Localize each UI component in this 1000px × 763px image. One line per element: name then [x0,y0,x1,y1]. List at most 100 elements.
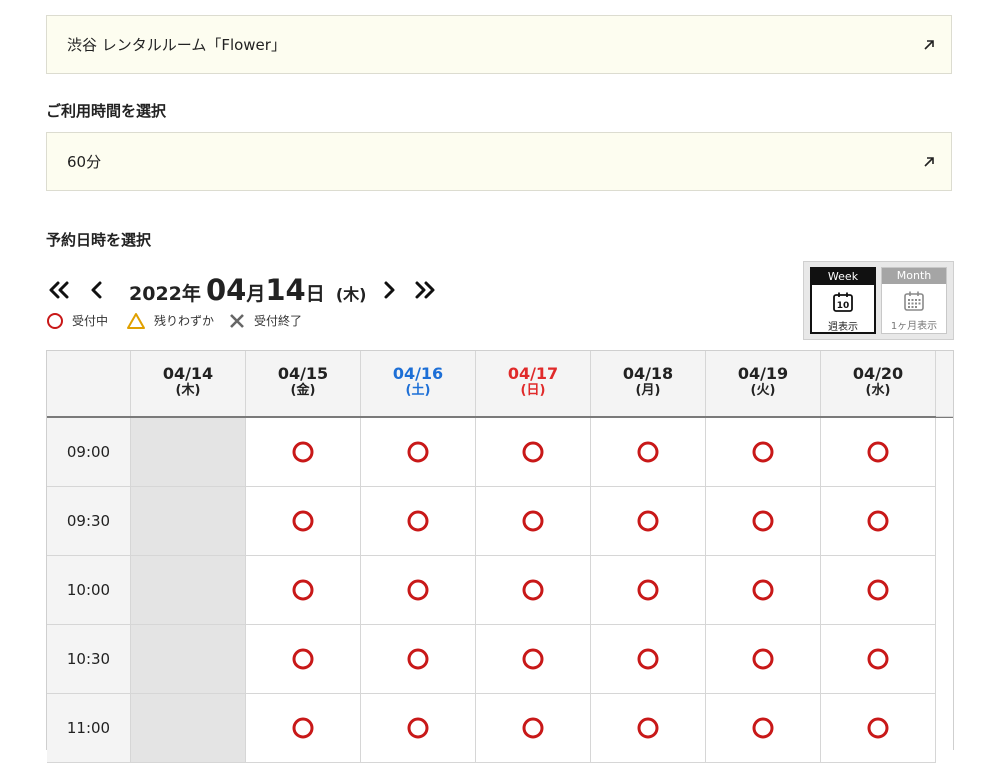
time-label: 11:00 [47,694,131,763]
slot-available[interactable] [361,487,476,556]
slot-available[interactable] [591,625,706,694]
triangle-icon [127,313,145,329]
year: 2022 [129,283,182,305]
circle-icon [47,313,63,329]
header-spacer [936,351,953,417]
room-select-value: 渋谷 レンタルルーム「Flower」 [67,36,286,54]
room-select[interactable]: 渋谷 レンタルルーム「Flower」 [46,15,952,74]
slot-available[interactable] [361,694,476,763]
calendar-month-icon [904,291,924,311]
slot-available[interactable] [246,625,361,694]
available-circle-icon [292,648,314,670]
time-heading: ご利用時間を選択 [46,102,167,120]
time-label: 10:00 [47,556,131,625]
available-circle-icon [292,510,314,532]
available-circle-icon [292,579,314,601]
day-header-weekday: (金) [290,383,316,398]
slot-available[interactable] [476,625,591,694]
available-circle-icon [752,510,774,532]
available-circle-icon [292,717,314,739]
slot-available[interactable] [361,625,476,694]
slot-closed [131,625,246,694]
slot-available[interactable] [476,487,591,556]
double-chevron-right-icon[interactable] [412,278,438,302]
slot-available[interactable] [706,418,821,487]
day-header-weekday: (火) [750,383,776,398]
legend-few-left: 残りわずか [126,312,221,330]
slot-closed [131,487,246,556]
slot-available[interactable] [706,625,821,694]
month-tab-label: Month [882,268,946,284]
slot-available[interactable] [706,487,821,556]
available-circle-icon [752,648,774,670]
double-chevron-left-icon[interactable] [46,278,72,302]
current-date: 2022年 04月14日 (木) [129,272,366,313]
day-header-date: 04/16 [392,364,444,383]
month-view-button[interactable]: Month 1ヶ月表示 [881,267,947,334]
legend-few-left-label: 残りわずか [154,314,215,328]
week-view-button[interactable]: Week 10 週表示 [810,267,876,334]
slot-available[interactable] [821,556,936,625]
legend-closed-label: 受付終了 [254,314,303,328]
day-header: 04/19 (火) [706,351,821,417]
available-circle-icon [407,717,429,739]
day-unit: 日 [305,283,325,305]
day-header: 04/15 (金) [246,351,361,417]
slot-available[interactable] [476,556,591,625]
slot-available[interactable] [591,418,706,487]
legend-closed: 受付終了 [228,312,318,330]
available-circle-icon [637,648,659,670]
day-header-date: 04/19 [737,364,789,383]
slot-available[interactable] [591,694,706,763]
day-header-date: 04/14 [162,364,214,383]
calendar-week-icon: 10 [833,292,853,312]
slot-available[interactable] [821,625,936,694]
slot-available[interactable] [361,556,476,625]
legend-available-label: 受付中 [72,314,109,328]
available-circle-icon [522,717,544,739]
available-circle-icon [867,648,889,670]
slot-available[interactable] [821,694,936,763]
day-header-weekday: (日) [520,383,546,398]
month-unit: 月 [246,283,266,305]
slot-available[interactable] [476,694,591,763]
day-header: 04/14 (木) [131,351,246,417]
available-circle-icon [522,441,544,463]
time-label: 09:30 [47,487,131,556]
slot-available[interactable] [361,418,476,487]
day-header-date: 04/18 [622,364,674,383]
slot-available[interactable] [476,418,591,487]
available-circle-icon [522,510,544,532]
day-header-weekday: (木) [175,383,201,398]
slot-available[interactable] [246,418,361,487]
slot-available[interactable] [246,556,361,625]
cross-icon [230,314,244,328]
slot-available[interactable] [591,487,706,556]
slot-available[interactable] [246,487,361,556]
slot-available[interactable] [706,694,821,763]
svg-text:10: 10 [837,301,850,311]
available-circle-icon [637,717,659,739]
slot-available[interactable] [246,694,361,763]
schedule-table: 04/14 (木) 04/15 (金) 04/16 (土) 04/17 (日) 04/18 (月)… [46,350,954,763]
time-label: 09:00 [47,418,131,487]
available-circle-icon [752,717,774,739]
view-toggle: Week 10 週表示 Month 1ヶ月表示 [803,261,954,340]
slot-closed [131,556,246,625]
day-header: 04/16 (土) [361,351,476,417]
available-circle-icon [407,441,429,463]
day: 14 [265,273,306,307]
arrow-up-right-icon [924,157,934,167]
available-circle-icon [637,579,659,601]
duration-select[interactable]: 60分 [46,132,952,191]
available-circle-icon [407,510,429,532]
slot-available[interactable] [821,418,936,487]
chevron-left-icon[interactable] [84,278,110,302]
chevron-right-icon[interactable] [376,278,402,302]
month: 04 [206,273,247,307]
slot-available[interactable] [821,487,936,556]
slot-available[interactable] [591,556,706,625]
time-label: 10:30 [47,625,131,694]
slot-available[interactable] [706,556,821,625]
day-header-date: 04/17 [507,364,559,383]
